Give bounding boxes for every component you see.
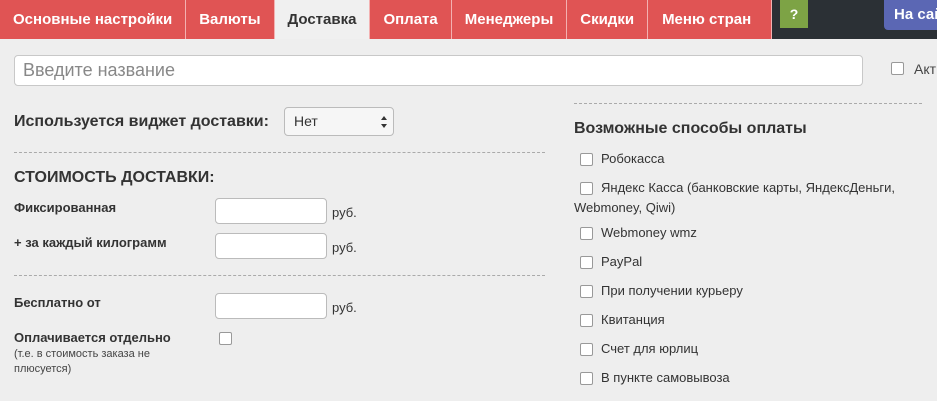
fixed-unit: руб. bbox=[332, 205, 357, 220]
select-arrows-icon bbox=[381, 116, 387, 128]
active-checkbox[interactable] bbox=[891, 62, 904, 75]
fixed-cost-input[interactable] bbox=[215, 198, 327, 224]
tab-currencies[interactable]: Валюты bbox=[186, 0, 275, 39]
payment-checkbox[interactable] bbox=[580, 182, 593, 195]
payment-label: PayPal bbox=[601, 254, 643, 269]
payment-label: Счет для юрлиц bbox=[601, 341, 699, 356]
top-bar: Основные настройки Валюты Доставка Оплат… bbox=[0, 0, 937, 39]
payment-checkbox[interactable] bbox=[580, 372, 593, 385]
per-kg-unit: руб. bbox=[332, 240, 357, 255]
payment-checkbox[interactable] bbox=[580, 343, 593, 356]
per-kg-label: + за каждый килограмм bbox=[14, 235, 167, 250]
per-kg-input[interactable] bbox=[215, 233, 327, 259]
tab-main-settings[interactable]: Основные настройки bbox=[0, 0, 187, 39]
payment-label: Квитанция bbox=[601, 312, 665, 327]
payment-checkbox[interactable] bbox=[580, 153, 593, 166]
widget-label: Используется виджет доставки: bbox=[14, 113, 269, 130]
tab-managers[interactable]: Менеджеры bbox=[451, 0, 568, 39]
widget-select-value: Нет bbox=[294, 113, 318, 129]
to-site-button[interactable]: На сай bbox=[884, 0, 937, 30]
payment-checkbox[interactable] bbox=[580, 227, 593, 240]
payment-label: В пункте самовывоза bbox=[601, 370, 730, 385]
payment-label-continued: Webmoney, Qiwi) bbox=[574, 200, 676, 215]
payment-methods-title: Возможные способы оплаты bbox=[574, 120, 807, 137]
tab-payment[interactable]: Оплата bbox=[370, 0, 452, 39]
widget-select[interactable]: Нет bbox=[284, 107, 394, 136]
payment-checkbox[interactable] bbox=[580, 256, 593, 269]
free-from-input[interactable] bbox=[215, 293, 327, 319]
tab-delivery[interactable]: Доставка bbox=[274, 0, 371, 39]
separate-payment-checkbox[interactable] bbox=[219, 332, 232, 345]
tab-menu[interactable]: Меню стран bbox=[648, 0, 773, 39]
divider bbox=[14, 275, 545, 276]
delivery-cost-title: СТОИМОСТЬ ДОСТАВКИ: bbox=[14, 169, 215, 186]
separate-payment-label: Оплачивается отдельно bbox=[14, 330, 171, 345]
payment-label: Яндекс Касса (банковские карты, ЯндексДе… bbox=[601, 180, 895, 195]
payment-label: Webmoney wmz bbox=[601, 225, 697, 240]
divider bbox=[14, 152, 545, 153]
name-input[interactable] bbox=[14, 55, 863, 86]
help-button[interactable]: ? bbox=[780, 0, 808, 28]
free-from-label: Бесплатно от bbox=[14, 295, 101, 310]
separate-payment-note: (т.е. в стоимость заказа не плюсуется) bbox=[14, 348, 150, 375]
payment-label: При получении курьеру bbox=[601, 283, 743, 298]
free-from-unit: руб. bbox=[332, 300, 357, 315]
active-label: Акт bbox=[914, 61, 937, 77]
divider bbox=[574, 103, 922, 104]
payment-checkbox[interactable] bbox=[580, 314, 593, 327]
payment-label: Робокасса bbox=[601, 151, 665, 166]
fixed-label: Фиксированная bbox=[14, 200, 117, 215]
tab-list: Основные настройки Валюты Доставка Оплат… bbox=[0, 0, 773, 39]
payment-checkbox[interactable] bbox=[580, 285, 593, 298]
tab-discounts[interactable]: Скидки bbox=[567, 0, 649, 39]
